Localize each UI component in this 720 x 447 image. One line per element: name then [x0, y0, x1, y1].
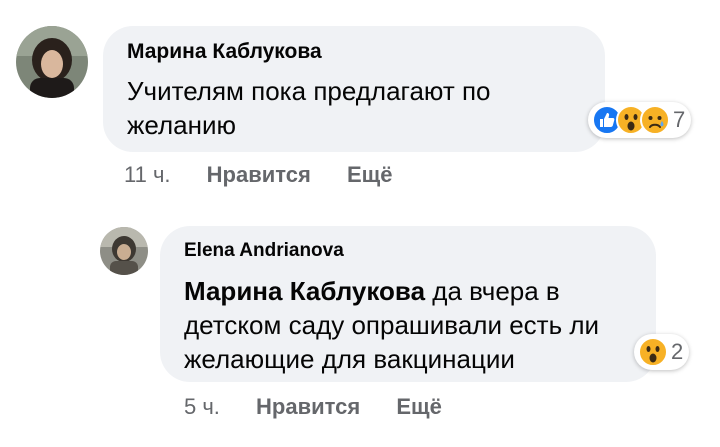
wow-icon: [638, 337, 668, 367]
avatar[interactable]: [16, 26, 88, 98]
mention-link[interactable]: Марина Каблукова: [184, 276, 425, 306]
comment-timestamp[interactable]: 5 ч.: [184, 394, 220, 419]
comment-text: Учителям пока предлагают по желанию: [127, 76, 491, 140]
reactions-summary[interactable]: 7: [588, 102, 692, 138]
sad-icon: [640, 105, 670, 135]
reaction-count: 2: [671, 339, 684, 364]
comment-meta: 11 ч. Нравится Ещё: [124, 162, 392, 188]
avatar[interactable]: [100, 227, 148, 275]
comment-timestamp[interactable]: 11 ч.: [124, 162, 171, 187]
comment-bubble: Марина Каблукова Учителям пока предлагаю…: [103, 26, 605, 152]
comment-author[interactable]: Марина Каблукова: [127, 40, 322, 64]
comment-text: Марина Каблукова да вчера в детском саду…: [184, 274, 624, 376]
comment-bubble: Elena Andrianova Марина Каблукова да вче…: [160, 226, 656, 382]
more-button[interactable]: Ещё: [396, 394, 441, 419]
comment-meta: 5 ч. Нравится Ещё: [184, 394, 442, 420]
reaction-count: 7: [673, 107, 686, 132]
reactions-summary[interactable]: 2: [634, 334, 690, 370]
like-button[interactable]: Нравится: [256, 394, 360, 419]
comment-author[interactable]: Elena Andrianova: [184, 240, 344, 262]
more-button[interactable]: Ещё: [347, 162, 392, 187]
like-button[interactable]: Нравится: [207, 162, 311, 187]
